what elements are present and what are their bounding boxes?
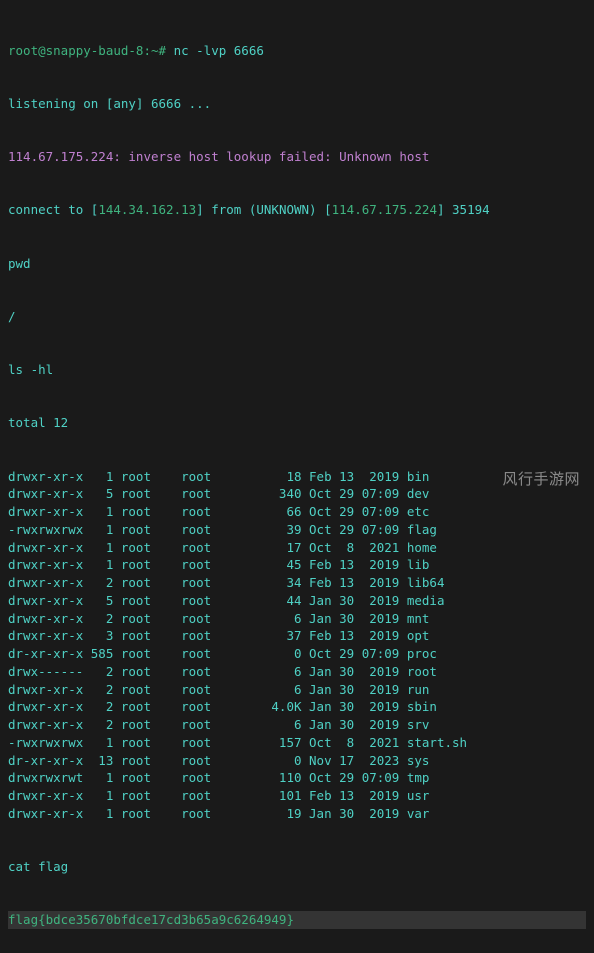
list-item: drwx------ 2 root root 6 Jan 30 2019 roo…	[8, 663, 586, 681]
cmd-ls: ls -hl	[8, 361, 586, 379]
file-listing: drwxr-xr-x 1 root root 18 Feb 13 2019 bi…	[8, 468, 586, 823]
list-item: drwxr-xr-x 2 root root 6 Jan 30 2019 mnt	[8, 610, 586, 628]
list-item: drwxr-xr-x 1 root root 19 Jan 30 2019 va…	[8, 805, 586, 823]
out-connect: connect to [144.34.162.13] from (UNKNOWN…	[8, 201, 586, 219]
out-pwd: /	[8, 308, 586, 326]
terminal-panel[interactable]: root@snappy-baud-8:~# nc -lvp 6666 liste…	[0, 0, 594, 953]
list-item: dr-xr-xr-x 13 root root 0 Nov 17 2023 sy…	[8, 752, 586, 770]
list-item: drwxr-xr-x 3 root root 37 Feb 13 2019 op…	[8, 627, 586, 645]
prompt-line: root@snappy-baud-8:~# nc -lvp 6666	[8, 42, 586, 60]
out-listening: listening on [any] 6666 ...	[8, 95, 586, 113]
list-item: drwxr-xr-x 2 root root 4.0K Jan 30 2019 …	[8, 698, 586, 716]
cmd-cat: cat flag	[8, 858, 586, 876]
list-item: drwxr-xr-x 2 root root 6 Jan 30 2019 srv	[8, 716, 586, 734]
out-total: total 12	[8, 414, 586, 432]
list-item: drwxr-xr-x 5 root root 340 Oct 29 07:09 …	[8, 485, 586, 503]
list-item: drwxrwxrwt 1 root root 110 Oct 29 07:09 …	[8, 769, 586, 787]
list-item: -rwxrwxrwx 1 root root 39 Oct 29 07:09 f…	[8, 521, 586, 539]
out-flag-row: flag{bdce35670bfdce17cd3b65a9c6264949}	[8, 911, 586, 929]
list-item: drwxr-xr-x 5 root root 44 Jan 30 2019 me…	[8, 592, 586, 610]
flag-value: flag{bdce35670bfdce17cd3b65a9c6264949}	[8, 911, 586, 929]
list-item: drwxr-xr-x 1 root root 45 Feb 13 2019 li…	[8, 556, 586, 574]
list-item: drwxr-xr-x 2 root root 34 Feb 13 2019 li…	[8, 574, 586, 592]
prompt-text: root@snappy-baud-8:~#	[8, 43, 166, 58]
list-item: drwxr-xr-x 1 root root 18 Feb 13 2019 bi…	[8, 468, 586, 486]
cmd-pwd: pwd	[8, 255, 586, 273]
cmd-nc: nc -lvp 6666	[174, 43, 264, 58]
list-item: drwxr-xr-x 1 root root 17 Oct 8 2021 hom…	[8, 539, 586, 557]
list-item: drwxr-xr-x 1 root root 101 Feb 13 2019 u…	[8, 787, 586, 805]
list-item: drwxr-xr-x 2 root root 6 Jan 30 2019 run	[8, 681, 586, 699]
out-error: 114.67.175.224: inverse host lookup fail…	[8, 148, 586, 166]
list-item: dr-xr-xr-x 585 root root 0 Oct 29 07:09 …	[8, 645, 586, 663]
list-item: -rwxrwxrwx 1 root root 157 Oct 8 2021 st…	[8, 734, 586, 752]
list-item: drwxr-xr-x 1 root root 66 Oct 29 07:09 e…	[8, 503, 586, 521]
